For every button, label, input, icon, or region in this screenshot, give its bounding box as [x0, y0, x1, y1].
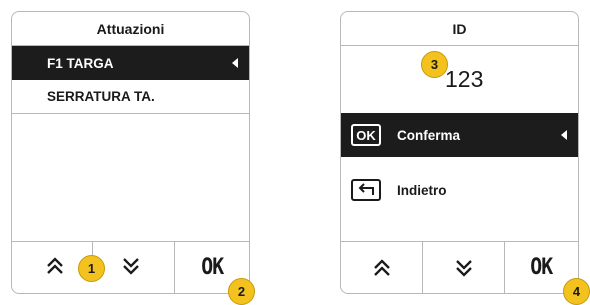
scroll-up-button[interactable]: [341, 242, 422, 293]
ok-icon: OK: [351, 124, 381, 146]
menu-item-label: SERRATURA TA.: [47, 89, 155, 104]
scroll-down-button[interactable]: [121, 256, 141, 281]
double-chevron-down-icon: [123, 258, 139, 275]
ok-label: OK: [530, 255, 553, 280]
attuazioni-screen: Attuazioni F1 TARGA SERRATURA TA. OK: [11, 11, 250, 294]
screen-title: ID: [341, 12, 578, 46]
back-label: Indietro: [397, 182, 447, 198]
double-chevron-down-icon: [455, 259, 472, 277]
confirm-label: Conferma: [397, 127, 461, 143]
scroll-up-button[interactable]: [45, 256, 65, 281]
button-bar: OK: [341, 241, 578, 293]
callout-badge-1: 1: [78, 255, 105, 282]
id-screen: ID 123 OK Conferma Indietro OK: [340, 11, 579, 294]
callout-badge-4: 4: [563, 278, 590, 305]
double-chevron-up-icon: [47, 257, 63, 274]
menu-item-f1-targa[interactable]: F1 TARGA: [12, 46, 249, 80]
confirm-action[interactable]: OK Conferma: [341, 113, 578, 157]
button-bar: OK: [12, 241, 249, 293]
back-arrow-icon: [351, 179, 381, 201]
selection-arrow-icon: [561, 130, 567, 140]
menu-item-serratura[interactable]: SERRATURA TA.: [12, 80, 249, 114]
id-value-area: 123: [341, 46, 578, 106]
ok-label: OK: [200, 255, 224, 280]
id-value[interactable]: 123: [445, 66, 483, 93]
callout-badge-2: 2: [228, 278, 255, 305]
screen-title: Attuazioni: [12, 12, 249, 46]
double-chevron-up-icon: [373, 258, 390, 276]
scroll-down-button[interactable]: [422, 242, 504, 293]
menu-item-label: F1 TARGA: [47, 55, 114, 71]
back-action[interactable]: Indietro: [341, 168, 578, 212]
callout-badge-3: 3: [421, 51, 448, 78]
selection-arrow-icon: [232, 58, 238, 68]
